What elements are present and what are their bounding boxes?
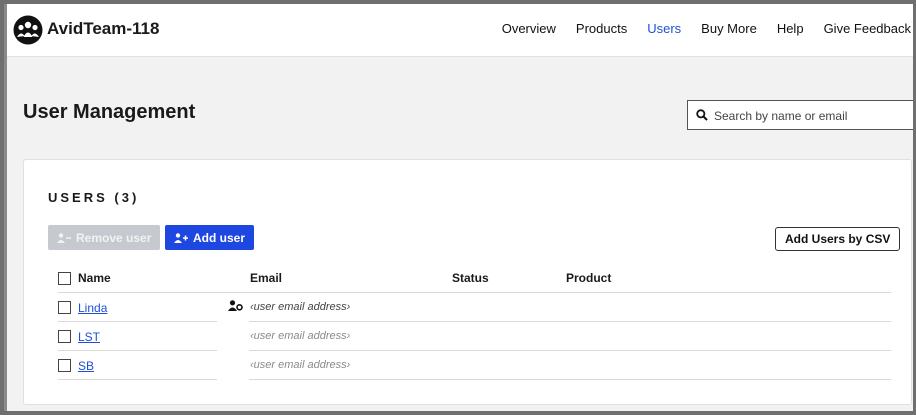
add-user-button[interactable]: Add user — [165, 225, 255, 250]
app-title: AvidTeam-118 — [47, 19, 160, 38]
nav-help[interactable]: Help — [777, 21, 804, 36]
add-users-by-csv-button[interactable]: Add Users by CSV — [775, 227, 901, 251]
column-header-product: Product — [566, 271, 612, 285]
nav-users[interactable]: Users — [647, 21, 681, 36]
row-checkbox[interactable] — [58, 301, 71, 314]
main-nav: Overview Products Users Buy More Help Gi… — [502, 21, 913, 36]
column-header-email: Email — [250, 271, 283, 285]
remove-user-label: Remove user — [76, 230, 152, 245]
column-header-name: Name — [78, 271, 111, 285]
user-name-link[interactable]: LST — [78, 330, 100, 344]
table-row: SB ‹user email address› — [58, 351, 891, 380]
search-icon — [696, 109, 708, 121]
row-divider — [58, 379, 217, 380]
table-row: Linda ‹user email address› — [58, 293, 891, 322]
users-card: USERS (3) Remove user Add user Add Users… — [23, 159, 912, 405]
remove-user-icon — [57, 232, 71, 243]
table-row: LST ‹user email address› — [58, 322, 891, 351]
users-section-title: USERS (3) — [48, 190, 140, 205]
top-bar: AvidTeam-118 Overview Products Users Buy… — [7, 4, 913, 57]
app-window: AvidTeam-118 Overview Products Users Buy… — [4, 4, 913, 411]
nav-give-feedback[interactable]: Give Feedback — [824, 21, 911, 36]
row-checkbox[interactable] — [58, 330, 71, 343]
team-people-icon — [13, 15, 43, 45]
row-checkbox[interactable] — [58, 359, 71, 372]
search-input[interactable] — [712, 106, 911, 126]
column-header-status: Status — [452, 271, 489, 285]
search-box — [687, 100, 913, 130]
add-user-icon — [174, 232, 188, 243]
remove-user-button[interactable]: Remove user — [48, 225, 161, 250]
nav-buy-more[interactable]: Buy More — [701, 21, 757, 36]
user-email: ‹user email address› — [250, 359, 351, 371]
nav-overview[interactable]: Overview — [502, 21, 556, 36]
user-email: ‹user email address› — [250, 301, 351, 313]
admin-user-icon — [228, 300, 243, 311]
user-name-link[interactable]: Linda — [78, 301, 107, 315]
page-title: User Management — [23, 101, 196, 123]
user-email: ‹user email address› — [250, 330, 351, 342]
nav-products[interactable]: Products — [576, 21, 627, 36]
row-divider — [249, 379, 891, 380]
user-name-link[interactable]: SB — [78, 359, 94, 373]
select-all-checkbox[interactable] — [58, 272, 71, 285]
add-user-label: Add user — [193, 230, 246, 245]
